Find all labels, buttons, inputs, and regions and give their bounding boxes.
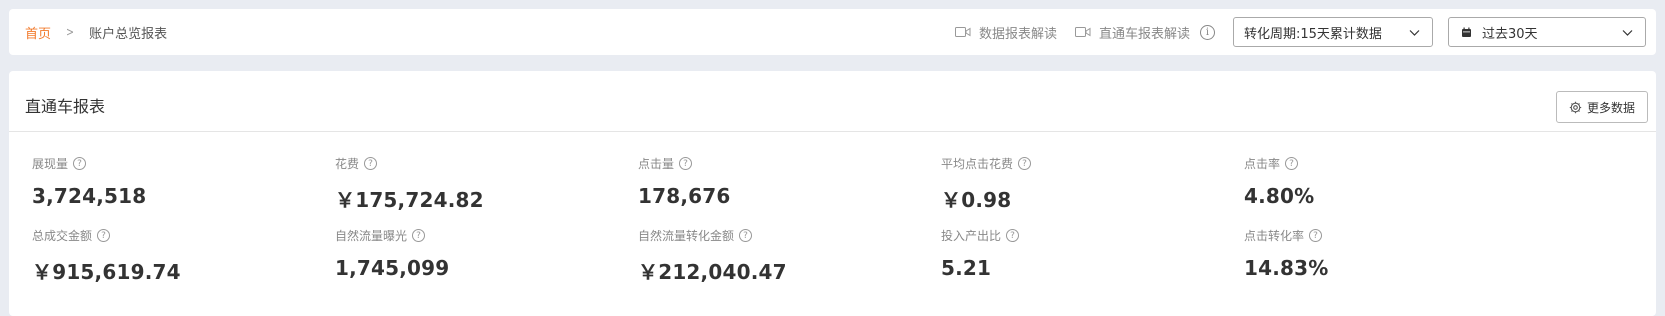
help-icon[interactable]: ?	[1018, 157, 1032, 170]
metric-label-wrap: 投入产出比 ?	[941, 227, 1241, 244]
metric-roi: 投入产出比 ? 5.21	[941, 227, 1241, 280]
through-train-guide-link[interactable]: 直通车报表解读	[1074, 23, 1190, 42]
breadcrumb-home-link[interactable]: 首页	[25, 23, 51, 42]
metric-value: ￥0.98	[941, 188, 1012, 212]
metric-label: 自然流量转化金额	[638, 229, 735, 243]
metric-value: 4.80%	[1244, 184, 1315, 208]
chevron-down-icon	[1622, 30, 1633, 36]
more-data-label: 更多数据	[1586, 100, 1635, 115]
report-card-header: 直通车报表 更多数据	[9, 71, 1656, 132]
gear-icon	[1569, 101, 1582, 113]
metric-label: 投入产出比	[941, 229, 1002, 243]
metric-label: 点击转化率	[1244, 229, 1305, 243]
data-report-guide-link[interactable]: 数据报表解读	[954, 23, 1057, 42]
metric-cost: 花费 ? ￥175,724.82	[335, 155, 635, 213]
through-train-guide-label: 直通车报表解读	[1098, 26, 1190, 42]
metric-label-wrap: 平均点击花费 ?	[941, 155, 1241, 172]
metric-value: 1,745,099	[335, 256, 450, 280]
metric-label: 展现量	[32, 157, 69, 171]
breadcrumb-current: 账户总览报表	[89, 26, 168, 42]
metric-organic-exposure: 自然流量曝光 ? 1,745,099	[335, 227, 635, 280]
metric-value: 178,676	[638, 184, 731, 208]
metric-label-wrap: 自然流量曝光 ?	[335, 227, 635, 244]
conversion-period-value: 转化周期:15天累计数据	[1244, 26, 1382, 42]
report-title: 直通车报表	[25, 97, 106, 116]
metric-label: 花费	[335, 157, 360, 171]
metric-label-wrap: 点击转化率 ?	[1244, 227, 1544, 244]
metric-click-conversion-rate: 点击转化率 ? 14.83%	[1244, 227, 1544, 280]
metric-label-wrap: 花费 ?	[335, 155, 635, 172]
metric-label-wrap: 自然流量转化金额 ?	[638, 227, 938, 244]
metric-value: ￥212,040.47	[638, 260, 787, 284]
metric-label-wrap: 展现量 ?	[32, 155, 332, 172]
help-icon[interactable]: ?	[97, 229, 111, 242]
metric-organic-conversion-amount: 自然流量转化金额 ? ￥212,040.47	[638, 227, 938, 285]
metric-avg-click-cost: 平均点击花费 ? ￥0.98	[941, 155, 1241, 213]
more-data-button[interactable]: 更多数据	[1556, 91, 1648, 123]
video-icon	[1074, 27, 1091, 37]
metric-value: 14.83%	[1244, 256, 1329, 280]
metric-label-wrap: 总成交金额 ?	[32, 227, 332, 244]
date-range-value: 过去30天	[1482, 26, 1538, 42]
metric-value: ￥915,619.74	[32, 260, 181, 284]
metric-label: 平均点击花费	[941, 157, 1014, 171]
metric-value: ￥175,724.82	[335, 188, 484, 212]
metric-label-wrap: 点击率 ?	[1244, 155, 1544, 172]
data-report-guide-label: 数据报表解读	[978, 26, 1057, 42]
metric-ctr: 点击率 ? 4.80%	[1244, 155, 1544, 208]
metric-impressions: 展现量 ? 3,724,518	[32, 155, 332, 208]
metric-label: 点击量	[638, 157, 675, 171]
help-icon[interactable]: ?	[1006, 229, 1020, 242]
metric-clicks: 点击量 ? 178,676	[638, 155, 938, 208]
metric-label-wrap: 点击量 ?	[638, 155, 938, 172]
metric-label: 总成交金额	[32, 229, 93, 243]
date-range-select[interactable]: 过去30天	[1448, 17, 1646, 47]
help-icon[interactable]: ?	[739, 229, 753, 242]
report-card: 直通车报表 更多数据 展现量 ? 3,724,518 花费 ? ￥175,724…	[9, 71, 1656, 316]
metric-value: 5.21	[941, 256, 992, 280]
help-icon[interactable]: ?	[73, 157, 87, 170]
top-bar: 首页 > 账户总览报表 数据报表解读 直通车报表解读 i 转化周期:15天累计数…	[9, 9, 1656, 55]
info-icon[interactable]: i	[1200, 24, 1215, 40]
breadcrumb-separator: >	[66, 25, 75, 39]
help-icon[interactable]: ?	[1309, 229, 1323, 242]
help-icon[interactable]: ?	[364, 157, 378, 170]
metric-label: 自然流量曝光	[335, 229, 408, 243]
help-icon[interactable]: ?	[412, 229, 426, 242]
conversion-period-select[interactable]: 转化周期:15天累计数据	[1233, 17, 1433, 47]
metric-total-gmv: 总成交金额 ? ￥915,619.74	[32, 227, 332, 285]
video-icon	[954, 27, 971, 37]
metric-label: 点击率	[1244, 157, 1281, 171]
breadcrumb: 首页 > 账户总览报表	[25, 23, 167, 42]
help-icon[interactable]: ?	[1285, 157, 1299, 170]
chevron-down-icon	[1409, 30, 1420, 36]
calendar-icon	[1462, 27, 1471, 37]
metric-value: 3,724,518	[32, 184, 147, 208]
help-icon[interactable]: ?	[679, 157, 693, 170]
